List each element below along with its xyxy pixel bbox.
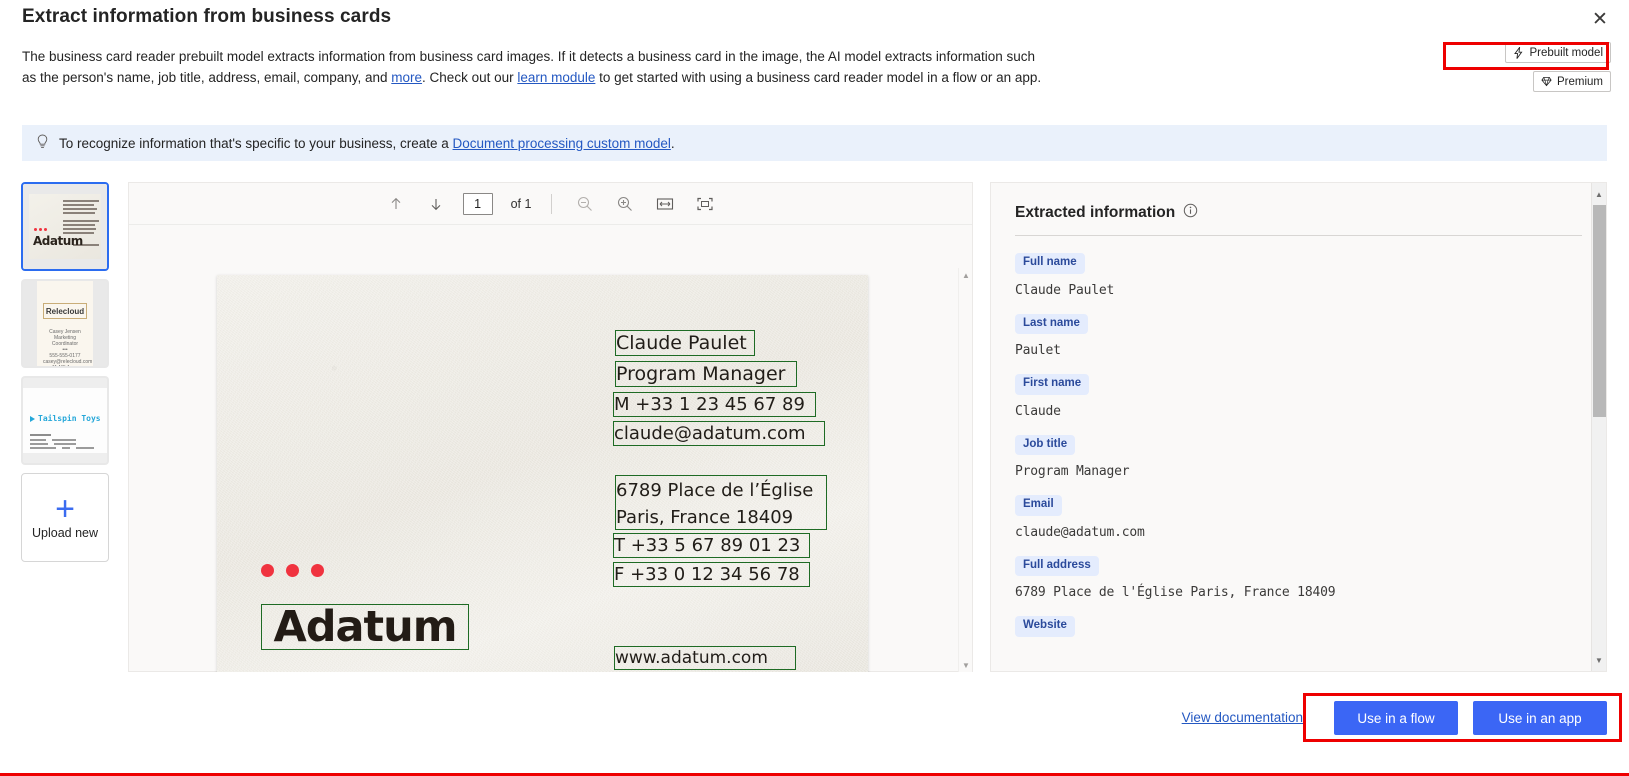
lightning-icon [1513, 46, 1524, 59]
arrow-up-icon[interactable] [383, 191, 409, 217]
ocr-box: www.adatum.com [614, 646, 796, 670]
ocr-box: F +33 0 12 34 56 78 [613, 562, 810, 587]
zoom-in-icon[interactable] [612, 191, 638, 217]
toolbar-divider [551, 193, 553, 214]
upload-new-label: Upload new [31, 525, 98, 540]
thumbnail-tailspin-toys[interactable]: Tailspin Toys [21, 376, 109, 465]
description-part-2: . Check out our [422, 70, 518, 85]
page-number-input[interactable] [462, 192, 493, 215]
lightbulb-icon [36, 134, 49, 153]
extracted-field: First name Claude [1015, 373, 1582, 419]
viewer-scrollbar[interactable]: ▲ ▼ [958, 268, 972, 672]
field-label-website: Website [1015, 616, 1075, 637]
business-card-image[interactable]: Claude Paulet Program Manager M +33 1 23… [217, 275, 868, 672]
extracted-fields-list: Full name Claude Paulet Last name Paulet… [991, 236, 1606, 637]
plus-icon: + [55, 489, 75, 528]
field-value-full-name: Claude Paulet [1015, 282, 1115, 298]
extracted-field: Email claude@adatum.com [1015, 494, 1582, 540]
logo-dot [286, 564, 299, 577]
field-label-full-name: Full name [1015, 253, 1085, 274]
scroll-up-icon[interactable]: ▲ [1592, 187, 1606, 201]
extracted-field: Last name Paulet [1015, 313, 1582, 358]
custom-model-link[interactable]: Document processing custom model [453, 136, 671, 151]
ocr-address-line-1: 6789 Place de l’Église [616, 480, 814, 501]
logo-dot [261, 564, 274, 577]
use-in-an-app-button[interactable]: Use in an app [1473, 701, 1607, 735]
view-documentation-link[interactable]: View documentation [1182, 710, 1303, 725]
zoom-out-icon[interactable] [572, 191, 598, 217]
premium-badge: Premium [1532, 71, 1611, 92]
fit-page-icon[interactable] [692, 191, 718, 217]
extracted-field: Job title Program Manager [1015, 434, 1582, 479]
close-icon[interactable]: ✕ [1585, 6, 1615, 32]
extracted-information-panel: Extracted information Full name Claude P… [990, 182, 1607, 672]
thumbnail-list: Adatum Relecloud Casey Jensen Marketing C… [21, 182, 111, 562]
use-in-a-flow-button[interactable]: Use in a flow [1334, 701, 1458, 735]
arrow-down-icon[interactable] [423, 191, 449, 217]
ocr-box: claude@adatum.com [613, 421, 825, 446]
field-value-full-address: 6789 Place de l'Église Paris, France 184… [1015, 585, 1336, 600]
model-badges: Prebuilt model Premium [1471, 42, 1611, 92]
extracted-panel-scrollbar[interactable]: ▲ ▼ [1591, 183, 1606, 671]
ocr-box: Claude Paulet [615, 330, 755, 356]
page-total-label: of 1 [510, 196, 532, 211]
info-bar-text: To recognize information that's specific… [59, 136, 675, 151]
field-label-job-title: Job title [1015, 434, 1076, 455]
dialog-description: The business card reader prebuilt model … [22, 46, 1052, 88]
document-viewer: of 1 Claude Paulet Program Manager M +33… [128, 182, 973, 672]
ocr-box: T +33 5 67 89 01 23 [613, 533, 810, 558]
custom-model-info-bar: To recognize information that's specific… [22, 125, 1607, 161]
scroll-down-icon[interactable]: ▼ [959, 658, 972, 672]
field-label-full-address: Full address [1015, 555, 1099, 576]
field-value-last-name: Paulet [1015, 343, 1061, 358]
thumbnail-relecloud[interactable]: Relecloud Casey Jensen Marketing Coordina… [21, 279, 109, 368]
field-label-last-name: Last name [1015, 313, 1088, 334]
info-icon[interactable] [1183, 203, 1198, 223]
field-label-first-name: First name [1015, 374, 1090, 395]
diamond-icon [1541, 76, 1552, 87]
extracted-information-title: Extracted information [1015, 204, 1176, 221]
scrollbar-thumb[interactable] [1593, 205, 1606, 417]
ocr-address-line-2: Paris, France 18409 [616, 507, 794, 528]
ocr-box: M +33 1 23 45 67 89 [613, 392, 816, 417]
premium-badge-label: Premium [1556, 75, 1603, 88]
upload-new-button[interactable]: + Upload new [21, 473, 109, 562]
extracted-information-header: Extracted information [991, 183, 1606, 223]
info-bar-text-post: . [670, 135, 675, 151]
extracted-field: Full address 6789 Place de l'Église Pari… [1015, 555, 1582, 600]
learn-module-link[interactable]: learn module [517, 70, 595, 85]
logo-dot [311, 564, 324, 577]
prebuilt-model-badge: Prebuilt model [1505, 42, 1611, 63]
description-part-3: to get started with using a business car… [595, 70, 1042, 85]
extracted-field: Website [1015, 615, 1582, 637]
field-value-first-name: Claude [1015, 403, 1061, 419]
ocr-box-logo: Adatum [261, 602, 469, 652]
ocr-box-address: 6789 Place de l’Église Paris, France 184… [615, 475, 827, 530]
fit-width-icon[interactable] [652, 191, 678, 217]
scroll-down-icon[interactable]: ▼ [1592, 653, 1606, 667]
prebuilt-model-badge-label: Prebuilt model [1529, 46, 1603, 59]
thumbnail-adatum[interactable]: Adatum [21, 182, 109, 271]
field-label-email: Email [1015, 495, 1062, 516]
viewer-toolbar: of 1 [129, 183, 972, 225]
ocr-box: Program Manager [615, 361, 797, 387]
viewer-canvas: Claude Paulet Program Manager M +33 1 23… [129, 225, 972, 672]
field-value-job-title: Program Manager [1015, 464, 1130, 479]
extracted-field: Full name Claude Paulet [1015, 252, 1582, 298]
more-link[interactable]: more [391, 70, 422, 85]
page-title: Extract information from business cards [22, 6, 392, 27]
info-bar-text-pre: To recognize information that's specific… [59, 135, 453, 151]
field-value-email: claude@adatum.com [1015, 524, 1145, 540]
card-logo-dots [261, 564, 324, 577]
scroll-up-icon[interactable]: ▲ [959, 268, 972, 282]
